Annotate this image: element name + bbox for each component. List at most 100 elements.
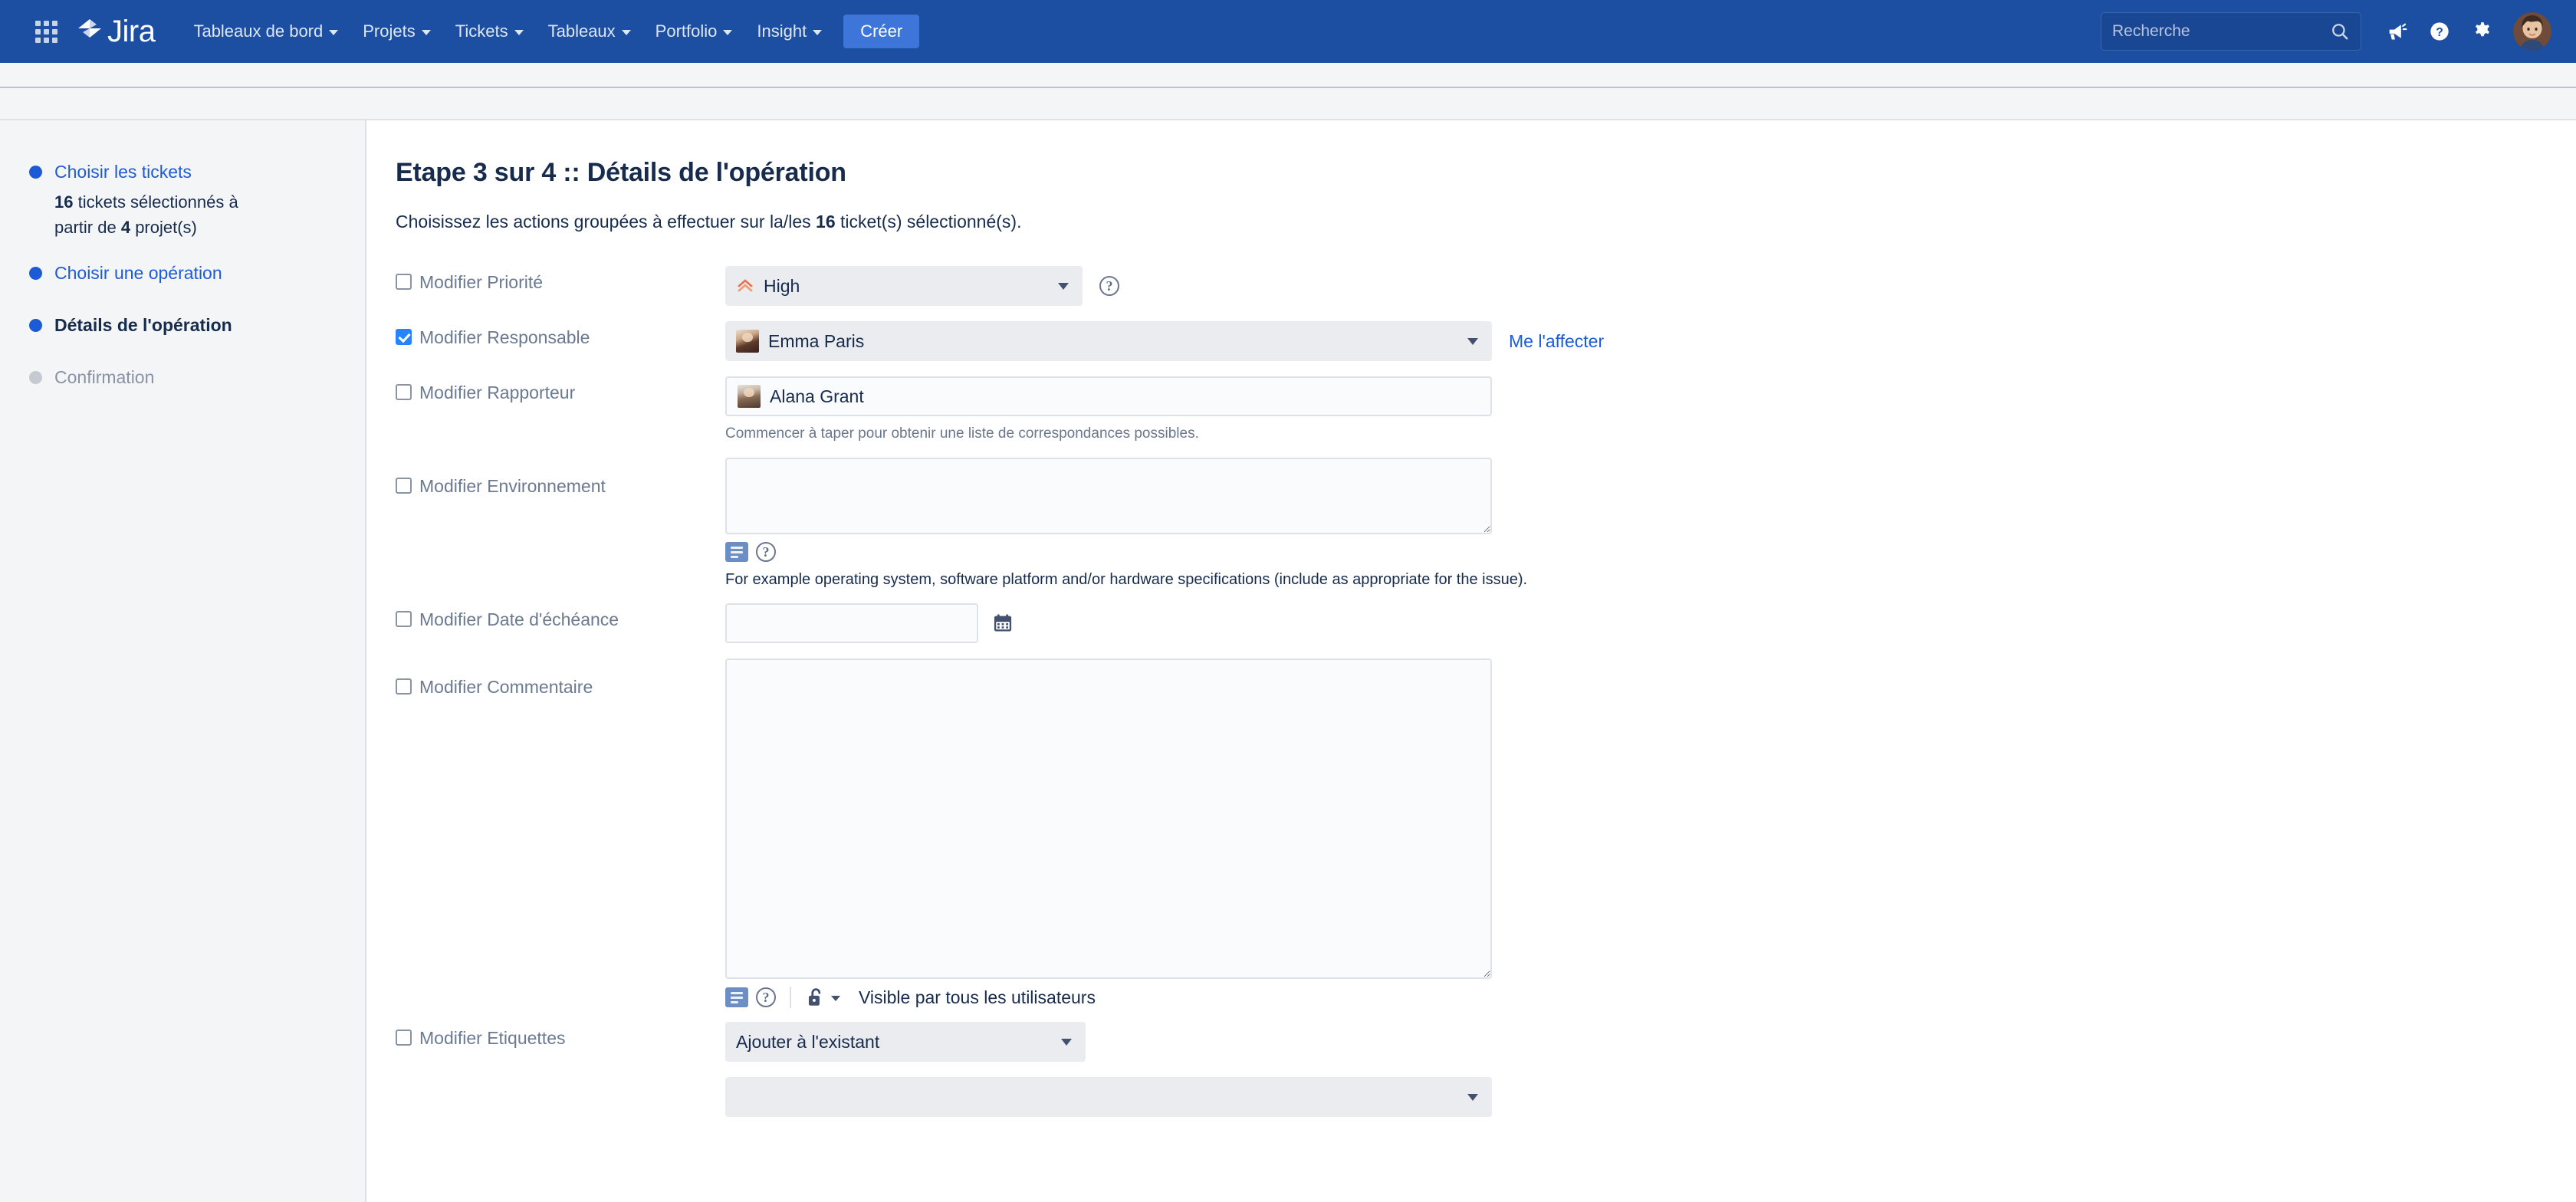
assignee-avatar — [736, 330, 759, 353]
nav-item-tableaux[interactable]: Tableaux — [537, 15, 642, 48]
svg-text:?: ? — [2436, 26, 2443, 39]
wizard-sidebar: Choisir les tickets 16 tickets sélection… — [0, 120, 366, 1202]
help-circle-icon: ? — [2430, 22, 2449, 41]
reporter-helper-text: Commencer à taper pour obtenir une liste… — [725, 425, 1199, 442]
desc-ticket-count: 16 — [816, 212, 836, 232]
sidebar-item-choisir-les-tickets[interactable]: Choisir les tickets — [0, 159, 365, 185]
selection-summary: 16 tickets sélectionnés à partir de 4 pr… — [0, 189, 253, 240]
nav-label: Portfolio — [655, 21, 718, 41]
change-comment-label: Modifier Commentaire — [419, 677, 593, 697]
nav-item-projets[interactable]: Projets — [352, 15, 441, 48]
step-label: Choisir une opération — [54, 263, 222, 283]
grid-apps-icon — [34, 20, 58, 43]
sidebar-item-choisir-une-operation[interactable]: Choisir une opération — [0, 260, 365, 286]
sidebar-item-details-de-l-operation: Détails de l'opération — [0, 312, 365, 338]
assignee-value: Emma Paris — [768, 330, 865, 351]
sidebar-item-confirmation: Confirmation — [0, 364, 365, 390]
create-button[interactable]: Créer — [843, 15, 920, 48]
wiki-renderer-icon[interactable] — [725, 987, 748, 1007]
labels-value-select[interactable] — [725, 1077, 1492, 1117]
form-row-comment: Modifier Commentaire ? Visible par tous … — [396, 658, 2576, 1008]
form-row-reporter: Modifier Rapporteur Alana Grant Commence… — [396, 376, 2576, 444]
chevron-down-icon — [813, 29, 823, 35]
user-avatar-image — [2513, 12, 2551, 51]
comment-toolbar: ? Visible par tous les utilisateurs — [725, 987, 2576, 1008]
assign-to-me-link[interactable]: Me l'affecter — [1509, 331, 1604, 352]
nav-label: Tableaux — [547, 21, 616, 41]
change-assignee-checkbox[interactable] — [396, 329, 412, 345]
chevron-down-icon — [514, 29, 524, 35]
change-comment-checkbox[interactable] — [396, 678, 412, 695]
labels-mode-value: Ajouter à l'existant — [736, 1031, 880, 1052]
step-dot-icon — [29, 267, 42, 280]
chevron-down-icon — [621, 29, 631, 35]
jira-logo[interactable]: Jira — [77, 15, 156, 48]
step-label: Confirmation — [54, 367, 155, 387]
change-labels-checkbox[interactable] — [396, 1030, 412, 1046]
assignee-select[interactable]: Emma Paris — [725, 321, 1492, 361]
search-box[interactable]: Recherche — [2101, 12, 2361, 51]
form-row-priority: Modifier Priorité High ? — [396, 266, 2576, 306]
change-reporter-checkbox[interactable] — [396, 384, 412, 400]
desc-before: Choisissez les actions groupées à effect… — [396, 212, 816, 232]
nav-label: Projets — [363, 21, 416, 41]
calendar-picker-button[interactable] — [992, 612, 1014, 634]
avatar[interactable] — [2513, 12, 2551, 51]
form-row-due-date: Modifier Date d'échéance — [396, 603, 2576, 643]
change-priority-label: Modifier Priorité — [419, 272, 544, 292]
environment-helper-text: For example operating system, software p… — [725, 571, 1528, 588]
environment-toolbar: ? — [725, 542, 2576, 562]
main-content: Etape 3 sur 4 :: Détails de l'opération … — [366, 120, 2576, 1202]
form-row-labels: Modifier Etiquettes Ajouter à l'existant — [396, 1022, 2576, 1117]
reporter-input[interactable]: Alana Grant — [725, 376, 1492, 416]
nav-label: Tickets — [455, 21, 508, 41]
reporter-avatar — [738, 385, 761, 408]
comment-help-icon[interactable]: ? — [756, 987, 776, 1007]
due-date-input[interactable] — [725, 603, 978, 643]
priority-select[interactable]: High — [725, 266, 1083, 306]
help-button[interactable]: ? — [2420, 11, 2459, 51]
selected-project-count: 4 — [120, 218, 131, 237]
change-environment-checkbox[interactable] — [396, 478, 412, 494]
toolbar-divider — [790, 987, 791, 1008]
secondary-band-upper — [0, 63, 2576, 88]
comment-visibility-label: Visible par tous les utilisateurs — [859, 987, 1096, 1007]
nav-item-insight[interactable]: Insight — [746, 15, 833, 48]
change-due-date-checkbox[interactable] — [396, 611, 412, 627]
gear-icon — [2476, 22, 2489, 37]
chevron-down-icon — [831, 995, 840, 1001]
search-placeholder: Recherche — [2112, 22, 2190, 40]
jira-mark-icon — [78, 19, 101, 38]
page-title: Etape 3 sur 4 :: Détails de l'opération — [396, 158, 846, 187]
environment-help-icon[interactable]: ? — [756, 542, 776, 562]
wiki-renderer-icon[interactable] — [725, 542, 748, 562]
selection-tail-text: projet(s) — [130, 218, 197, 237]
priority-value: High — [764, 275, 800, 296]
step-dot-icon — [29, 166, 42, 179]
priority-high-icon — [738, 279, 753, 292]
step-dot-icon — [29, 319, 42, 332]
top-navigation-bar: Jira Tableaux de bord Projets Tickets Ta… — [0, 0, 2576, 63]
form-row-assignee: Modifier Responsable Emma Paris Me l'aff… — [396, 321, 2576, 361]
announcements-button[interactable] — [2377, 11, 2417, 51]
step-dot-icon — [29, 371, 42, 384]
settings-button[interactable] — [2463, 11, 2502, 51]
brand-name: Jira — [107, 15, 156, 48]
labels-mode-select[interactable]: Ajouter à l'existant — [725, 1022, 1086, 1062]
calendar-icon — [994, 614, 1012, 632]
environment-textarea[interactable] — [725, 458, 1492, 534]
comment-visibility-button[interactable] — [805, 987, 840, 1008]
nav-item-tickets[interactable]: Tickets — [445, 15, 534, 48]
comment-textarea[interactable] — [725, 658, 1492, 979]
change-labels-label: Modifier Etiquettes — [419, 1028, 566, 1048]
priority-help-icon[interactable]: ? — [1099, 276, 1119, 296]
page-description: Choisissez les actions groupées à effect… — [396, 209, 2576, 234]
step-label: Choisir les tickets — [54, 162, 192, 182]
nav-item-portfolio[interactable]: Portfolio — [645, 15, 744, 48]
change-priority-checkbox[interactable] — [396, 274, 412, 290]
nav-item-tableaux-de-bord[interactable]: Tableaux de bord — [182, 15, 349, 48]
app-switcher-button[interactable] — [26, 11, 66, 51]
unlocked-padlock-icon — [808, 988, 821, 1006]
form-row-environment: Modifier Environnement ? For example ope… — [396, 458, 2576, 590]
